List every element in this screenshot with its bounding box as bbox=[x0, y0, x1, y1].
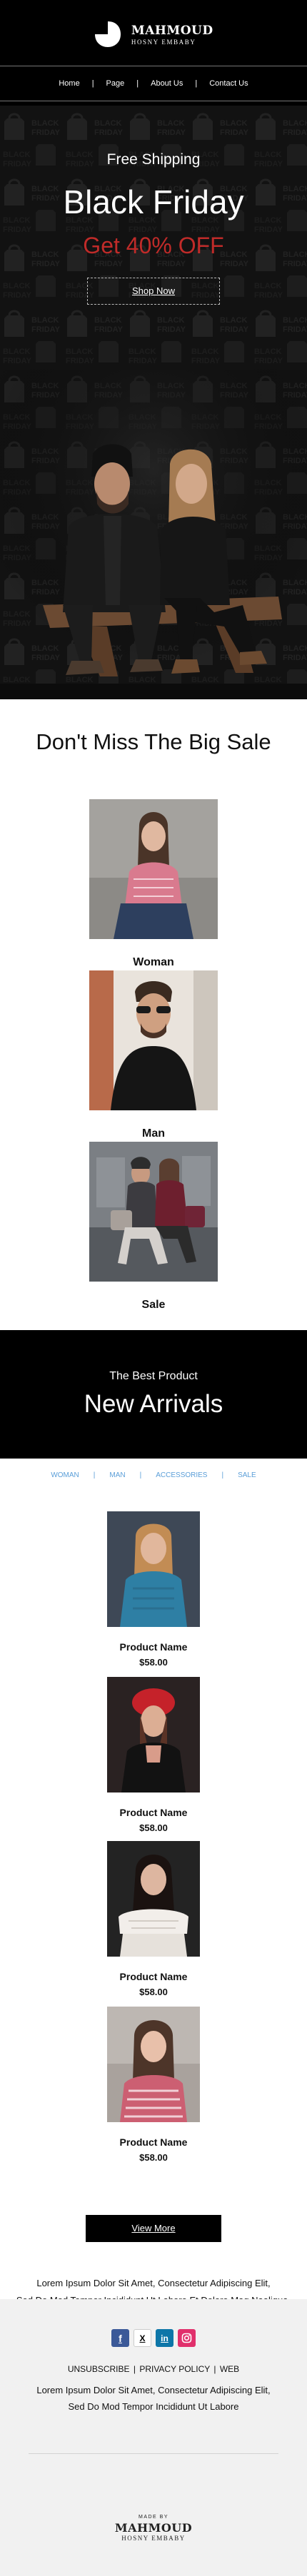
facebook-icon[interactable]: f bbox=[111, 2329, 129, 2347]
big-sale-title: Don't Miss The Big Sale bbox=[36, 729, 271, 754]
footer-description-line: Sed Do Mod Tempor Incididunt Ut Labore bbox=[68, 2401, 239, 2412]
tab-woman[interactable]: WOMAN bbox=[36, 1471, 93, 1479]
product-card[interactable]: Product Name $58.00 bbox=[107, 1511, 200, 1668]
category-man-photo[interactable] bbox=[89, 970, 218, 1110]
product-name[interactable]: Product Name bbox=[107, 1807, 200, 1818]
category-sale[interactable]: Sale bbox=[89, 1142, 218, 1312]
web-link[interactable]: WEB bbox=[220, 2364, 239, 2374]
brand-name: MAHMOUD bbox=[131, 23, 213, 38]
nav-item-about[interactable]: About Us bbox=[139, 79, 195, 88]
instagram-icon[interactable] bbox=[178, 2329, 196, 2347]
nav-item-page[interactable]: Page bbox=[94, 79, 137, 88]
product-price: $58.00 bbox=[139, 2152, 168, 2163]
product-name[interactable]: Product Name bbox=[107, 1971, 200, 1982]
shop-now-button[interactable]: Shop Now bbox=[87, 278, 220, 305]
footer-brand-name: MAHMOUD bbox=[114, 2521, 193, 2535]
product-card[interactable]: Product Name $58.00 bbox=[107, 1677, 200, 1833]
product-photo[interactable] bbox=[107, 1677, 200, 1792]
header: MAHMOUD HOSNY EMBABY Home | Page | About… bbox=[0, 0, 307, 106]
social-links: f X in bbox=[0, 2329, 307, 2347]
footer-description: Lorem Ipsum Dolor Sit Amet, Consectetur … bbox=[0, 2382, 307, 2415]
footer-link-separator: | bbox=[213, 2364, 216, 2374]
category-sale-label[interactable]: Sale bbox=[89, 1299, 218, 1312]
hero-offer: Get 40% OFF bbox=[83, 233, 224, 258]
product-filter-tabs: WOMAN | MAN | ACCESSORIES | SALE bbox=[0, 1471, 307, 1479]
product-price: $58.00 bbox=[139, 1987, 168, 1997]
category-woman[interactable]: Woman bbox=[89, 799, 218, 969]
product-price: $58.00 bbox=[139, 1822, 168, 1833]
x-icon[interactable]: X bbox=[134, 2329, 151, 2347]
product-photo[interactable] bbox=[107, 2007, 200, 2122]
made-by-label: MADE BY bbox=[138, 2515, 168, 2520]
email-page: MAHMOUD HOSNY EMBABY Home | Page | About… bbox=[0, 0, 307, 2576]
logo-mark-icon bbox=[95, 21, 121, 47]
footer-brand-tagline: HOSNY EMBABY bbox=[121, 2535, 186, 2542]
footer-links: UNSUBSCRIBE | PRIVACY POLICY | WEB bbox=[0, 2364, 307, 2374]
nav-item-contact[interactable]: Contact Us bbox=[197, 79, 260, 88]
tab-man[interactable]: MAN bbox=[95, 1471, 139, 1479]
brand-logo[interactable]: MAHMOUD HOSNY EMBABY bbox=[0, 20, 307, 49]
new-arrivals-banner: The Best Product New Arrivals bbox=[0, 1330, 307, 1459]
category-man[interactable]: Man bbox=[89, 970, 218, 1140]
top-nav: Home | Page | About Us | Contact Us bbox=[0, 66, 307, 101]
arrivals-title: New Arrivals bbox=[84, 1390, 223, 1418]
nav-item-home[interactable]: Home bbox=[46, 79, 91, 88]
category-woman-label[interactable]: Woman bbox=[89, 956, 218, 969]
product-name[interactable]: Product Name bbox=[107, 1641, 200, 1653]
tab-sale[interactable]: SALE bbox=[223, 1471, 271, 1479]
arrivals-pre-title: The Best Product bbox=[109, 1370, 198, 1382]
product-name[interactable]: Product Name bbox=[107, 2136, 200, 2148]
product-photo[interactable] bbox=[107, 1841, 200, 1957]
view-more-button[interactable]: View More bbox=[86, 2215, 221, 2242]
hero-title: Black Friday bbox=[63, 183, 244, 220]
hero-banner: BLACK FRIDAY BLACK FRIDAY Free Shipping … bbox=[0, 106, 307, 699]
footer: f X in UNSUBSCRIBE | PRIVACY POLICY | WE… bbox=[0, 2299, 307, 2576]
category-man-label[interactable]: Man bbox=[89, 1127, 218, 1140]
arrivals-description-line: Lorem Ipsum Dolor Sit Amet, Consectetur … bbox=[36, 2278, 271, 2288]
product-card[interactable]: Product Name $58.00 bbox=[107, 2007, 200, 2163]
footer-description-line: Lorem Ipsum Dolor Sit Amet, Consectetur … bbox=[36, 2385, 271, 2395]
product-photo[interactable] bbox=[107, 1511, 200, 1627]
brand-tagline: HOSNY EMBABY bbox=[131, 38, 196, 46]
tab-accessories[interactable]: ACCESSORIES bbox=[141, 1471, 221, 1479]
hero-pre-title: Free Shipping bbox=[106, 151, 201, 168]
category-sale-photo[interactable] bbox=[89, 1142, 218, 1282]
category-woman-photo[interactable] bbox=[89, 799, 218, 939]
unsubscribe-link[interactable]: UNSUBSCRIBE bbox=[68, 2364, 130, 2374]
hero-couple-photo bbox=[0, 370, 307, 699]
product-price: $58.00 bbox=[139, 1657, 168, 1668]
footer-divider bbox=[29, 2453, 278, 2454]
privacy-policy-link[interactable]: PRIVACY POLICY bbox=[139, 2364, 210, 2374]
product-card[interactable]: Product Name $58.00 bbox=[107, 1841, 200, 1997]
footer-brand-logo[interactable]: MADE BY MAHMOUD HOSNY EMBABY bbox=[0, 2515, 307, 2542]
linkedin-icon[interactable]: in bbox=[156, 2329, 173, 2347]
footer-link-separator: | bbox=[133, 2364, 136, 2374]
